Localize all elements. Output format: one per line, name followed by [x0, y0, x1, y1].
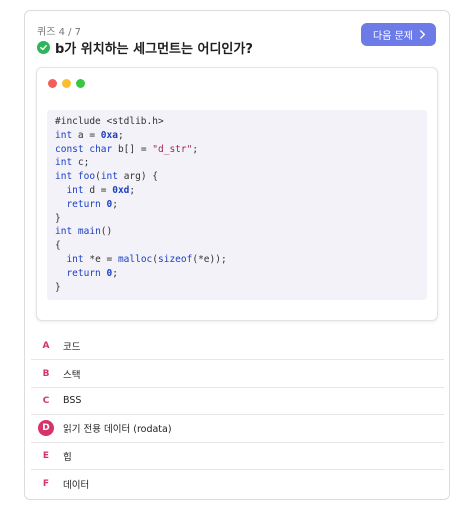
option-c[interactable]: C BSS: [31, 388, 444, 416]
code-line: int c;: [55, 157, 90, 169]
question-text: b가 위치하는 세그먼트는 어디인가?: [55, 42, 253, 57]
option-label: 읽기 전용 데이터 (rodata): [63, 424, 172, 436]
option-letter: F: [42, 478, 50, 489]
option-b[interactable]: B 스택: [31, 360, 444, 388]
code-line: int foo(int arg) {: [55, 171, 159, 183]
code-panel: #include <stdlib.h> int a = 0xa; const cha…: [36, 67, 438, 321]
option-letter: E: [42, 450, 50, 461]
code-line: #include <stdlib.h>: [55, 116, 164, 127]
next-question-label: 다음 문제: [373, 31, 413, 42]
next-question-button[interactable]: 다음 문제: [361, 23, 436, 46]
code-line: }: [55, 281, 61, 293]
option-letter: A: [42, 341, 50, 352]
code-line: }: [55, 212, 61, 224]
option-letter: B: [42, 368, 50, 379]
option-e[interactable]: E힙: [31, 443, 444, 470]
option-label: 코드: [63, 342, 81, 354]
option-letter: D: [38, 420, 54, 437]
option-label: BSS: [63, 395, 82, 407]
code-line: {: [55, 240, 61, 252]
code-line: int d = 0xd;: [66, 184, 136, 196]
question-header: b가 위치하는 세그먼트는 어디인가?: [37, 38, 253, 57]
code-line: const char b[] = "d_str";: [55, 143, 199, 155]
minimize-dot: [62, 79, 71, 88]
option-d[interactable]: D 읽기 전용 데이터 (rodata): [31, 415, 444, 443]
option-label: 스택: [63, 369, 81, 381]
option-a[interactable]: A 코드: [31, 333, 444, 361]
code-line: int *e = malloc(sizeof(*e));: [66, 253, 227, 265]
window-controls: [48, 79, 85, 88]
answer-options: A 코드 B 스택 C BSS D 읽기 전용 데이터 (rodata) E 힙 F 데이터: [31, 333, 444, 497]
quiz-card: 퀴즈 4 / 7 b가 위치하는 세그먼트는 어디인가? 다음 문제 #incl…: [24, 10, 450, 500]
code-line: return 0;: [66, 198, 118, 210]
maximize-dot: [76, 79, 85, 88]
option-f[interactable]: F 데이터: [31, 470, 444, 497]
code-line: return 0;: [66, 267, 118, 279]
check-circle-icon: [37, 41, 50, 54]
option-label: 힙: [63, 451, 72, 463]
quiz-progress: 퀴즈 4 / 7: [37, 27, 82, 38]
chevron-right-icon: [419, 30, 426, 39]
code-block: #include <stdlib.h> int a = 0xa; const cha…: [47, 110, 427, 300]
close-dot: [48, 79, 57, 88]
option-label: 데이터: [63, 479, 90, 491]
code-line: int main(): [55, 226, 113, 238]
option-letter: C: [42, 395, 50, 406]
code-line: int a = 0xa;: [55, 129, 124, 141]
